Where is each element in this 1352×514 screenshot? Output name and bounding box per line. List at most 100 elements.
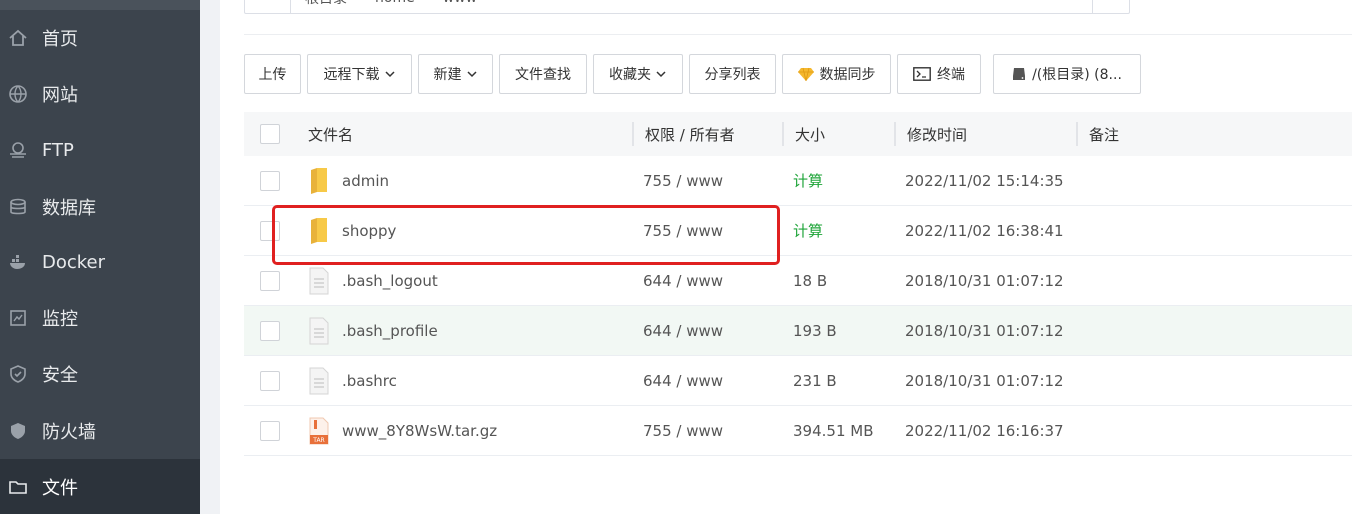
file-icon	[309, 267, 329, 294]
file-search-button[interactable]: 文件查找	[499, 54, 587, 94]
file-name[interactable]: .bashrc	[342, 372, 397, 390]
time-cell: 2022/11/02 16:38:41	[905, 221, 1064, 240]
file-name-cell[interactable]: .bash_logout	[308, 267, 438, 295]
file-name[interactable]: www_8Y8WsW.tar.gz	[342, 422, 497, 440]
header-size[interactable]: 大小	[795, 124, 825, 145]
monitor-icon	[8, 308, 28, 328]
file-name[interactable]: .bash_logout	[342, 272, 438, 290]
file-name-cell[interactable]: .bashrc	[308, 367, 397, 395]
column-separator	[782, 122, 784, 146]
table-row[interactable]: TAR www_8Y8WsW.tar.gz 755 / www 394.51 M…	[244, 406, 1352, 456]
chevron-down-icon	[656, 71, 666, 78]
path-segment[interactable]: 根目录	[291, 0, 361, 8]
table-row[interactable]: .bash_logout 644 / www 18 B 2018/10/31 0…	[244, 256, 1352, 306]
file-name-cell[interactable]: admin	[308, 167, 389, 195]
sidebar-item-docker[interactable]: Docker	[0, 234, 200, 290]
perm-cell[interactable]: 644 / www	[643, 272, 723, 290]
terminal-button[interactable]: 终端	[897, 54, 981, 94]
sidebar-item-files[interactable]: 文件	[0, 459, 200, 514]
sidebar: 首页 网站 FTP 数据库 Docker 监控 安全 防火墙 文件	[0, 0, 200, 514]
sidebar-item-database[interactable]: 数据库	[0, 179, 200, 235]
row-checkbox[interactable]	[260, 270, 280, 291]
file-icon	[309, 367, 329, 394]
file-manager-panel: 根目录 home www 上传 远程下载 新建 文件查找 收藏夹 分享列表 数据…	[220, 0, 1352, 514]
data-sync-button[interactable]: 数据同步	[782, 54, 891, 94]
column-separator	[1076, 122, 1078, 146]
archive-badge-text: TAR	[312, 437, 324, 444]
globe-icon	[8, 84, 28, 104]
path-segment[interactable]: home	[361, 0, 429, 6]
row-checkbox[interactable]	[260, 320, 280, 341]
row-checkbox[interactable]	[260, 170, 280, 191]
chevron-down-icon	[384, 71, 395, 78]
size-calc-link[interactable]: 计算	[793, 170, 823, 191]
sidebar-item-label: 首页	[42, 29, 78, 50]
table-header: 文件名 权限 / 所有者 大小 修改时间 备注	[244, 112, 1352, 156]
time-cell: 2022/11/02 15:14:35	[905, 171, 1064, 190]
sidebar-item-security[interactable]: 安全	[0, 346, 200, 402]
file-name[interactable]: shoppy	[342, 222, 396, 240]
disk-selector-button[interactable]: /(根目录) (8...	[993, 54, 1141, 94]
sidebar-item-firewall[interactable]: 防火墙	[0, 403, 200, 459]
upload-button[interactable]: 上传	[244, 54, 301, 94]
shield-icon	[8, 364, 28, 384]
file-name[interactable]: admin	[342, 172, 389, 190]
size-calc-link[interactable]: 计算	[793, 220, 823, 241]
header-perm[interactable]: 权限 / 所有者	[645, 124, 735, 145]
toolbar: 上传 远程下载 新建 文件查找 收藏夹 分享列表 数据同步 终端 /(根目录) …	[244, 54, 1147, 94]
time-cell: 2018/10/31 01:07:12	[905, 371, 1064, 390]
back-button[interactable]	[245, 0, 291, 13]
refresh-button[interactable]	[1092, 0, 1130, 14]
firewall-icon	[8, 421, 28, 441]
diamond-icon	[797, 67, 814, 81]
favorites-button[interactable]: 收藏夹	[593, 54, 683, 94]
row-checkbox[interactable]	[260, 420, 280, 441]
docker-icon	[8, 252, 28, 272]
sidebar-item-website[interactable]: 网站	[0, 66, 200, 122]
table-row[interactable]: admin 755 / www 计算 2022/11/02 15:14:35	[244, 156, 1352, 206]
home-icon	[8, 28, 28, 48]
favorites-button-label: 收藏夹	[609, 67, 651, 83]
folder-icon	[8, 477, 28, 497]
sidebar-item-label: 数据库	[42, 198, 96, 219]
column-separator	[632, 122, 634, 146]
file-table: 文件名 权限 / 所有者 大小 修改时间 备注 admin 755 / www …	[244, 112, 1352, 456]
size-cell: 18 B	[793, 271, 828, 290]
table-row[interactable]: .bash_profile 644 / www 193 B 2018/10/31…	[244, 306, 1352, 356]
file-name-cell[interactable]: TAR www_8Y8WsW.tar.gz	[308, 417, 497, 445]
header-name[interactable]: 文件名	[308, 124, 353, 145]
database-icon	[8, 197, 28, 217]
path-segment[interactable]: www	[429, 0, 491, 6]
file-name-cell[interactable]: shoppy	[308, 217, 396, 245]
remote-download-button[interactable]: 远程下载	[307, 54, 412, 94]
perm-cell[interactable]: 644 / www	[643, 322, 723, 340]
header-time[interactable]: 修改时间	[907, 124, 967, 145]
size-cell: 193 B	[793, 321, 837, 340]
divider	[244, 34, 1352, 35]
sidebar-top-cap	[0, 0, 200, 10]
row-checkbox[interactable]	[260, 370, 280, 391]
sidebar-item-label: 防火墙	[42, 422, 96, 443]
sidebar-item-label: 网站	[42, 85, 78, 106]
file-name[interactable]: .bash_profile	[342, 322, 438, 340]
terminal-icon	[913, 67, 931, 81]
sidebar-item-ftp[interactable]: FTP	[0, 122, 200, 178]
row-checkbox[interactable]	[260, 220, 280, 241]
table-row[interactable]: .bashrc 644 / www 231 B 2018/10/31 01:07…	[244, 356, 1352, 406]
sidebar-item-home[interactable]: 首页	[0, 10, 200, 66]
sidebar-item-label: 安全	[42, 365, 78, 386]
path-bar[interactable]: 根目录 home www	[244, 0, 1130, 14]
perm-cell[interactable]: 755 / www	[643, 172, 723, 190]
select-all-checkbox[interactable]	[260, 124, 280, 144]
perm-cell[interactable]: 755 / www	[643, 422, 723, 440]
sidebar-item-label: 监控	[42, 309, 78, 330]
perm-cell[interactable]: 644 / www	[643, 372, 723, 390]
sidebar-item-label: 文件	[42, 478, 78, 499]
file-icon	[309, 317, 329, 344]
new-button[interactable]: 新建	[418, 54, 493, 94]
file-name-cell[interactable]: .bash_profile	[308, 317, 438, 345]
perm-cell[interactable]: 755 / www	[643, 222, 723, 240]
sidebar-item-monitor[interactable]: 监控	[0, 290, 200, 346]
share-list-button[interactable]: 分享列表	[689, 54, 776, 94]
table-row[interactable]: shoppy 755 / www 计算 2022/11/02 16:38:41	[244, 206, 1352, 256]
